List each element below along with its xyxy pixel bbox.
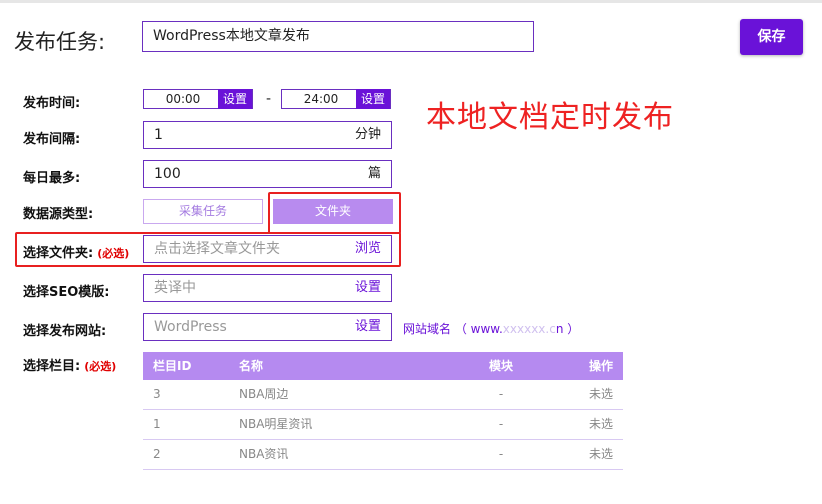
time-separator: -: [266, 91, 272, 107]
column-table-header: 栏目ID 名称 模块 操作: [143, 352, 623, 380]
column-required-mark: (必选): [84, 360, 117, 373]
table-row[interactable]: 2 NBA资讯 - 未选: [143, 440, 623, 470]
row-id: 1: [153, 417, 161, 431]
row-module: -: [498, 417, 504, 431]
site-set-button[interactable]: 设置: [355, 314, 381, 340]
end-time-value: 24:00: [303, 92, 339, 106]
task-name-input[interactable]: WordPress本地文章发布: [142, 21, 534, 52]
domain-prefix: 网站域名 （ www.: [403, 322, 503, 336]
table-row[interactable]: 3 NBA周边 - 未选: [143, 380, 623, 410]
folder-row-highlight: [15, 232, 401, 267]
daily-max-input[interactable]: 100 篇: [143, 160, 392, 188]
start-time-value: 00:00: [165, 92, 201, 106]
source-collect-task-button[interactable]: 采集任务: [143, 199, 263, 224]
domain-redacted: xxxxxx.c: [502, 322, 556, 336]
table-row[interactable]: 1 NBA明星资讯 - 未选: [143, 410, 623, 440]
site-domain-note: 网站域名 （ www.xxxxxx.cn ）: [403, 320, 579, 337]
row-select-status[interactable]: 未选: [589, 380, 613, 408]
row-select-status[interactable]: 未选: [589, 440, 613, 468]
interval-input[interactable]: 1 分钟: [143, 121, 392, 149]
interval-value: 1: [154, 127, 163, 143]
column-label: 选择栏目: (必选): [23, 355, 116, 374]
row-id: 3: [153, 387, 161, 401]
seo-template-label: 选择SEO模版:: [23, 285, 110, 300]
domain-suffix: n ）: [555, 322, 580, 336]
daily-max-unit: 篇: [367, 166, 381, 181]
overlay-title: 本地文档定时发布: [426, 100, 674, 135]
row-module: -: [498, 387, 504, 401]
row-name: NBA明星资讯: [239, 417, 313, 431]
folder-option-highlight: [268, 192, 401, 234]
site-label: 选择发布网站:: [23, 324, 107, 339]
header-id: 栏目ID: [153, 359, 192, 373]
site-input[interactable]: WordPress 设置: [143, 313, 392, 341]
publish-time-label: 发布时间:: [23, 96, 81, 111]
seo-template-input[interactable]: 英译中 设置: [143, 274, 392, 302]
daily-max-value: 100: [154, 166, 181, 182]
task-name-value: WordPress本地文章发布: [153, 28, 310, 44]
header-name: 名称: [239, 359, 264, 373]
header-operation: 操作: [588, 359, 613, 373]
site-value: WordPress: [154, 319, 227, 335]
start-time-set-button[interactable]: 设置: [218, 89, 252, 109]
column-label-text: 选择栏目:: [23, 359, 81, 374]
row-module: -: [498, 447, 504, 461]
interval-label: 发布间隔:: [23, 132, 81, 147]
header-module: 模块: [488, 359, 513, 373]
save-button[interactable]: 保存: [740, 19, 803, 55]
source-type-label: 数据源类型:: [23, 207, 94, 222]
top-divider: [0, 0, 822, 3]
row-select-status[interactable]: 未选: [589, 410, 613, 438]
interval-unit: 分钟: [354, 127, 381, 142]
column-table: 栏目ID 名称 模块 操作 3 NBA周边 - 未选 1 NBA明星资讯 - 未…: [143, 352, 623, 470]
seo-template-value: 英译中: [154, 280, 196, 296]
daily-max-label: 每日最多:: [23, 171, 81, 186]
start-time-input[interactable]: 00:00 设置: [143, 89, 253, 109]
end-time-input[interactable]: 24:00 设置: [281, 89, 391, 109]
row-name: NBA周边: [239, 387, 289, 401]
task-label: 发布任务:: [14, 30, 106, 54]
row-id: 2: [153, 447, 161, 461]
end-time-set-button[interactable]: 设置: [356, 89, 390, 109]
seo-template-set-button[interactable]: 设置: [355, 275, 381, 301]
row-name: NBA资讯: [239, 447, 289, 461]
